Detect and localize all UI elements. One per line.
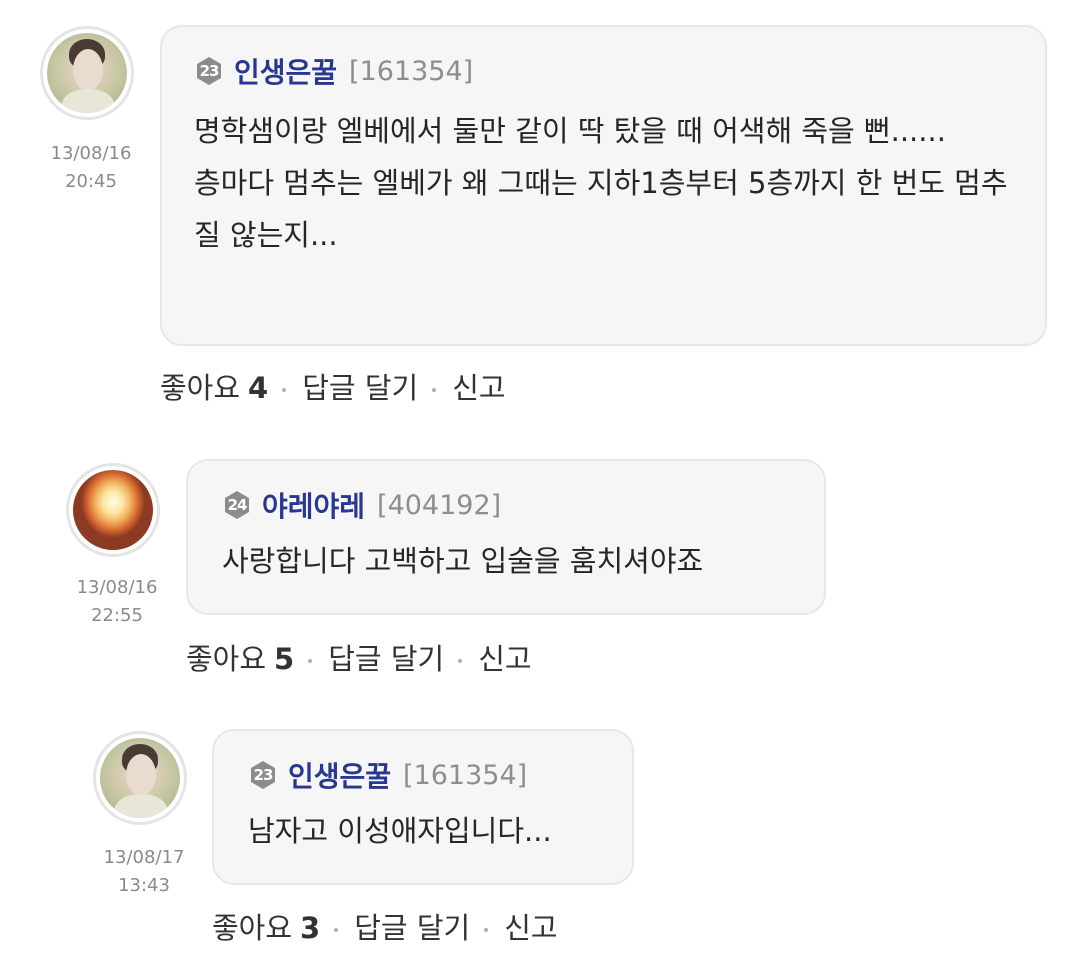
avatar-photo: [73, 470, 153, 550]
level-number: 23: [253, 766, 274, 784]
like-button[interactable]: 좋아요 4: [160, 365, 268, 407]
avatar[interactable]: [66, 463, 160, 557]
comment-bubble: 23 인생은꿀 [161354] 남자고 이성애자입니다...: [212, 729, 634, 885]
like-count: 5: [274, 642, 295, 676]
like-label: 좋아요: [160, 371, 241, 405]
comment-header: 23 인생은꿀 [161354]: [194, 51, 1019, 91]
level-badge: 24: [222, 490, 252, 520]
avatar[interactable]: [93, 731, 187, 825]
comment-text: 명학샘이랑 엘베에서 둘만 같이 딱 탔을 때 어색해 죽을 뻔...... 층…: [194, 114, 1008, 252]
level-badge: 23: [248, 760, 278, 790]
comment-date: 13/08/16: [76, 577, 158, 598]
level-number: 24: [227, 496, 248, 514]
avatar-photo: [100, 738, 180, 818]
like-label: 좋아요: [212, 911, 293, 945]
like-count: 4: [248, 371, 269, 405]
comment-timestamp: 13/08/17 13:43: [89, 844, 199, 900]
comment-text: 남자고 이성애자입니다...: [248, 814, 552, 848]
user-id: [161354]: [349, 55, 474, 87]
comment-time: 13:43: [118, 875, 170, 896]
comment-bubble: 24 야레야레 [404192] 사랑합니다 고백하고 입술을 훔치셔야죠: [186, 459, 826, 615]
nickname-link[interactable]: 인생은꿀: [288, 755, 391, 795]
separator-dot: [484, 928, 489, 932]
like-label: 좋아요: [186, 642, 267, 676]
comment-actions: 좋아요 3 답글 달기 신고: [212, 906, 558, 946]
comment-header: 24 야레야레 [404192]: [222, 485, 798, 525]
like-count: 3: [300, 911, 321, 945]
nickname-link[interactable]: 야레야레: [262, 485, 365, 525]
comment-time: 22:55: [91, 605, 143, 626]
reply-button[interactable]: 답글 달기: [354, 905, 470, 947]
separator-dot: [334, 928, 339, 932]
avatar[interactable]: [40, 26, 134, 120]
separator-dot: [458, 659, 463, 663]
separator-dot: [308, 659, 313, 663]
report-button[interactable]: 신고: [504, 905, 557, 947]
comment-time: 20:45: [65, 171, 117, 192]
comment-header: 23 인생은꿀 [161354]: [248, 755, 612, 795]
report-button[interactable]: 신고: [478, 636, 531, 678]
avatar-photo: [47, 33, 127, 113]
report-button[interactable]: 신고: [452, 365, 505, 407]
comment-text: 사랑합니다 고백하고 입술을 훔치셔야죠: [222, 544, 704, 578]
comment-timestamp: 13/08/16 20:45: [36, 140, 146, 196]
comment-date: 13/08/16: [50, 143, 132, 164]
comment-date: 13/08/17: [103, 847, 185, 868]
nickname-link[interactable]: 인생은꿀: [234, 51, 337, 91]
reply-button[interactable]: 답글 달기: [302, 365, 418, 407]
user-id: [161354]: [403, 759, 528, 791]
like-button[interactable]: 좋아요 3: [212, 905, 320, 947]
level-number: 23: [199, 62, 220, 80]
separator-dot: [282, 388, 287, 392]
level-badge: 23: [194, 56, 224, 86]
reply-button[interactable]: 답글 달기: [328, 636, 444, 678]
comment-timestamp: 13/08/16 22:55: [62, 574, 172, 630]
comment-actions: 좋아요 4 답글 달기 신고: [160, 366, 506, 406]
comment-actions: 좋아요 5 답글 달기 신고: [186, 637, 532, 677]
separator-dot: [432, 388, 437, 392]
user-id: [404192]: [377, 489, 502, 521]
like-button[interactable]: 좋아요 5: [186, 636, 294, 678]
comment-bubble: 23 인생은꿀 [161354] 명학샘이랑 엘베에서 둘만 같이 딱 탔을 때…: [160, 25, 1047, 346]
